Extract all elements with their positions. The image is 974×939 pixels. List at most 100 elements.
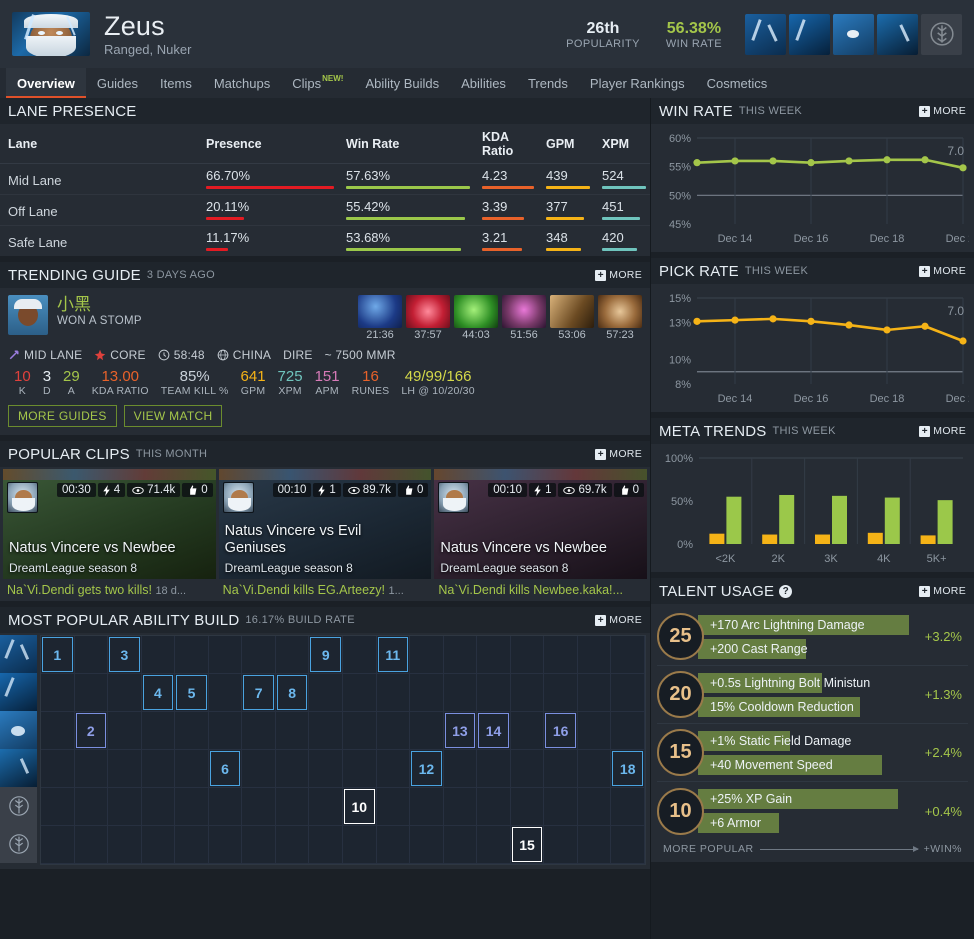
meta-mmr-label: ~ 7500 MMR (324, 348, 396, 362)
table-row[interactable]: Safe Lane 11.17% 53.68% 3.21 348 420 (0, 226, 650, 257)
tab-cosmetics[interactable]: Cosmetics (696, 68, 779, 98)
talent-tree-icon[interactable] (0, 825, 37, 863)
ability-icon-lightning-bolt[interactable] (0, 673, 37, 711)
clip-thumbnail[interactable]: 00:30 4 71.4k 0 Natus Vincere vs Newbee … (3, 469, 216, 579)
build-cell (309, 788, 343, 826)
more-label: MORE (933, 425, 966, 437)
build-level-mark[interactable]: 3 (109, 637, 140, 672)
ability-icon-arc-lightning[interactable] (745, 13, 786, 55)
guide-item[interactable]: 53:06 (550, 295, 594, 341)
tab-abilities[interactable]: Abilities (450, 68, 517, 98)
build-level-mark[interactable]: 9 (310, 637, 341, 672)
popular-clips-more-button[interactable]: + MORE (595, 448, 642, 460)
clip-thumbnail[interactable]: 00:10 1 69.7k 0 Natus Vincere vs Newbee … (434, 469, 648, 579)
list-item[interactable]: 00:10 1 89.7k 0 Natus Vincere vs Evil Ge… (218, 469, 432, 601)
guide-item[interactable]: 51:56 (502, 295, 546, 341)
tab-matchups[interactable]: Matchups (203, 68, 281, 98)
new-badge: NEW! (322, 73, 344, 83)
build-cell (242, 826, 276, 864)
build-cell (141, 636, 176, 674)
talent-tree-icon[interactable] (0, 787, 37, 825)
build-cell (477, 636, 511, 674)
guide-item[interactable]: 57:23 (598, 295, 642, 341)
ability-icon-thundergods-wrath[interactable] (0, 749, 37, 787)
build-level-mark[interactable]: 18 (612, 751, 643, 786)
guide-item[interactable]: 37:57 (406, 295, 450, 341)
build-cell (443, 826, 478, 864)
table-row[interactable]: Mid Lane 66.70% 57.63% 4.23 439 524 (0, 163, 650, 195)
build-level-mark[interactable]: 8 (276, 675, 308, 710)
build-cell (343, 712, 377, 750)
talent-label: +40 Movement Speed (710, 757, 833, 772)
talent-label: +200 Cast Range (710, 641, 808, 656)
build-level-mark[interactable]: 14 (478, 713, 509, 748)
build-level-mark[interactable]: 16 (545, 713, 576, 748)
ability-icon-arc-lightning[interactable] (0, 635, 37, 673)
clip-title: Natus Vincere vs Evil Geniuses (224, 523, 362, 556)
pick-rate-more-button[interactable]: + MORE (919, 265, 966, 277)
guide-author-block: 小黑 WON A STOMP (57, 295, 142, 327)
talent-tree-icon[interactable] (921, 13, 962, 55)
ability-build-more-button[interactable]: + MORE (595, 614, 642, 626)
clip-caption[interactable]: Na`Vi.Dendi kills Newbee.kaka!... (434, 579, 647, 601)
guide-item[interactable]: 21:36 (358, 295, 402, 341)
guide-result-label: WON A STOMP (57, 315, 142, 327)
build-cell (108, 788, 142, 826)
tab-player-rankings[interactable]: Player Rankings (579, 68, 696, 98)
build-level-mark[interactable]: 2 (75, 713, 107, 748)
list-item[interactable]: 00:30 4 71.4k 0 Natus Vincere vs Newbee … (3, 469, 216, 601)
tab-ability-builds[interactable]: Ability Builds (354, 68, 450, 98)
view-match-button[interactable]: VIEW MATCH (123, 405, 223, 427)
build-cell: 5 (175, 674, 209, 712)
thumbs-up-icon (190, 485, 197, 495)
tab-items[interactable]: Items (149, 68, 203, 98)
ability-icon-thundergods-wrath[interactable] (877, 13, 918, 55)
guide-author-name[interactable]: 小黑 (57, 295, 142, 315)
build-level-mark[interactable]: 1 (42, 637, 73, 672)
clip-thumbnail[interactable]: 00:10 1 89.7k 0 Natus Vincere vs Evil Ge… (218, 469, 432, 579)
ability-icon-static-field[interactable] (0, 711, 37, 749)
tab-trends[interactable]: Trends (517, 68, 579, 98)
ability-icon-static-field[interactable] (833, 13, 874, 55)
clip-likes: 1 (313, 483, 341, 497)
avatar[interactable] (8, 295, 48, 335)
trending-guide-more-button[interactable]: + MORE (595, 269, 642, 281)
build-level-mark[interactable]: 7 (243, 675, 274, 710)
talent-tier-row: 10 +25% XP Gain +6 Armor +0.4% (657, 782, 968, 840)
build-level-mark[interactable]: 13 (444, 713, 476, 748)
build-cell (309, 750, 343, 788)
svg-text:10%: 10% (669, 354, 691, 366)
win-rate-more-button[interactable]: + MORE (919, 105, 966, 117)
build-level-mark[interactable]: 5 (176, 675, 207, 710)
build-cell (141, 826, 176, 864)
clip-likes: 4 (97, 483, 126, 497)
build-cell (175, 750, 209, 788)
build-level-mark[interactable]: 15 (511, 827, 543, 862)
tab-guides[interactable]: Guides (86, 68, 149, 98)
talent-usage-more-button[interactable]: + MORE (919, 585, 966, 597)
clip-caption[interactable]: Na`Vi.Dendi kills EG.Arteezy! 1... (219, 579, 432, 601)
meta-trends-more-button[interactable]: + MORE (919, 425, 966, 437)
svg-text:100%: 100% (665, 453, 693, 465)
stat-label: LH @ 10/20/30 (401, 385, 475, 397)
table-row[interactable]: Off Lane 20.11% 55.42% 3.39 377 451 (0, 194, 650, 226)
build-level-mark[interactable]: 6 (209, 751, 241, 786)
guide-item[interactable]: 44:03 (454, 295, 498, 341)
more-guides-button[interactable]: MORE GUIDES (8, 405, 117, 427)
ability-icon-lightning-bolt[interactable] (789, 13, 830, 55)
tab-clips[interactable]: Clips NEW! (281, 68, 354, 98)
more-label: MORE (933, 105, 966, 117)
build-cell (41, 712, 75, 750)
clip-caption[interactable]: Na`Vi.Dendi gets two kills! 18 d... (3, 579, 216, 601)
build-level-mark[interactable]: 12 (411, 751, 442, 786)
build-level-mark[interactable]: 10 (344, 789, 375, 824)
help-icon[interactable]: ? (779, 584, 793, 598)
build-cell (376, 674, 411, 712)
list-item[interactable]: 00:10 1 69.7k 0 Natus Vincere vs Newbee … (434, 469, 648, 601)
core-role-icon (95, 349, 106, 361)
build-level-mark[interactable]: 4 (142, 675, 174, 710)
trending-guide-title: TRENDING GUIDE (8, 266, 141, 284)
tab-overview[interactable]: Overview (6, 68, 86, 98)
build-level-mark[interactable]: 11 (377, 637, 409, 672)
hero-titles: Zeus Ranged, Nuker (104, 11, 191, 57)
